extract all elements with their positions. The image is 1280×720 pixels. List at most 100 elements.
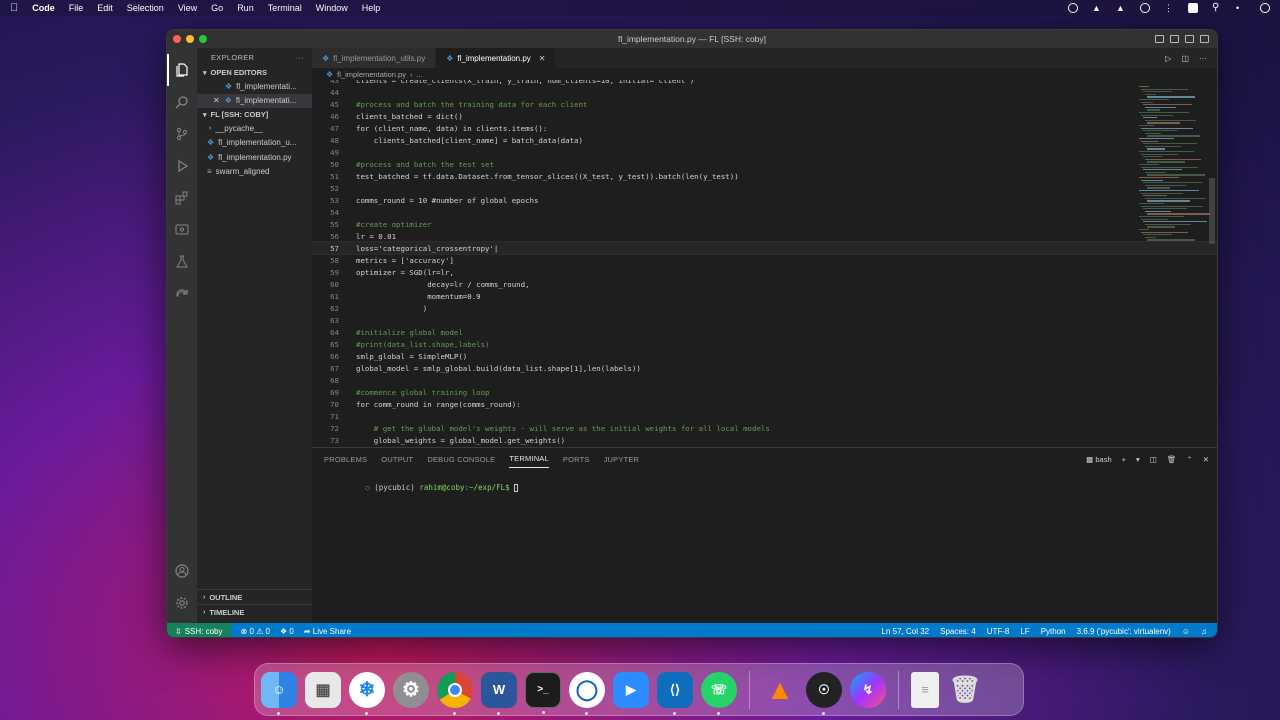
cursor-position[interactable]: Ln 57, Col 32 [882,627,930,636]
control-center-icon[interactable]: • [1236,3,1246,13]
menu-window[interactable]: Window [316,3,348,13]
timeline-section[interactable]: › TIMELINE [197,604,312,619]
menu-terminal[interactable]: Terminal [268,3,302,13]
code-line[interactable]: 54 [312,206,1217,218]
tab-terminal[interactable]: TERMINAL [509,450,549,468]
code-line[interactable]: 47 for (client_name, data) in clients.ite… [312,122,1217,134]
code-editor[interactable]: 43 clients = create_clients(X_train, y_tr… [312,80,1217,447]
terminal-shell-selector[interactable]: ▩ bash [1086,455,1111,464]
maximize-panel-icon[interactable]: ⌃ [1186,455,1192,464]
dock-obs[interactable]: ☉ [806,671,842,715]
code-line[interactable]: 68 [312,374,1217,386]
run-file-icon[interactable]: ▷ [1165,54,1171,63]
remote-indicator[interactable]: ⇳ SSH: coby [167,623,231,637]
toggle-secondary-sidebar-icon[interactable] [1185,35,1194,43]
menu-go[interactable]: Go [211,3,223,13]
notifications-bell-icon[interactable]: ♫ [1201,627,1207,636]
code-line[interactable]: 63 [312,314,1217,326]
ports-status[interactable]: ❖ 0 [280,627,294,636]
time-machine-icon[interactable] [1140,3,1150,13]
file-item[interactable]: ≡ swarm_aligned [197,165,312,180]
code-line[interactable]: 71 [312,410,1217,422]
more-actions-icon[interactable]: ··· [1199,54,1207,63]
dock-vlc[interactable]: ▲ [762,672,798,708]
extensions-icon[interactable] [167,182,197,214]
toggle-sidebar-icon[interactable] [1155,35,1164,43]
grid-status-icon[interactable]: ⋮ [1164,3,1174,13]
menu-view[interactable]: View [178,3,197,13]
source-control-icon[interactable] [167,118,197,150]
menu-edit[interactable]: Edit [97,3,113,13]
breadcrumb-more[interactable]: ... [416,70,422,79]
breadcrumb-file[interactable]: fl_implementation.py [337,70,406,79]
code-line[interactable]: 58 metrics = ['accuracy'] [312,254,1217,266]
code-line[interactable]: 61 momentum=0.9 [312,290,1217,302]
outline-section[interactable]: › OUTLINE [197,589,312,604]
dock-clock[interactable]: ◯ [569,671,605,715]
code-line[interactable]: 55 #create optimizer [312,218,1217,230]
code-line[interactable]: 57 loss='categorical_crossentropy'| [312,241,1217,255]
file-item[interactable]: ❖ fl_implementation.py [197,150,312,165]
menu-file[interactable]: File [69,3,84,13]
apple-menu-icon[interactable]:  [10,2,18,14]
close-icon[interactable]: ✕ [539,54,546,63]
open-editors-section[interactable]: ▾ OPEN EDITORS [197,66,312,79]
run-debug-icon[interactable] [167,150,197,182]
code-line[interactable]: 60 decay=lr / comms_round, [312,278,1217,290]
encoding[interactable]: UTF-8 [987,627,1010,636]
kill-terminal-icon[interactable]: 🗑 [1167,455,1177,464]
minimap[interactable] [1135,80,1217,447]
end-of-line[interactable]: LF [1020,627,1029,636]
tab-problems[interactable]: PROBLEMS [324,451,367,468]
dock-chrome[interactable] [437,671,473,715]
new-terminal-icon[interactable]: + [1122,455,1126,464]
live-share-status[interactable]: ➦ Live Share [304,627,351,636]
code-line[interactable]: 48 clients_batched[client_name] = batch_… [312,134,1217,146]
account-icon[interactable] [167,555,197,587]
tab-output[interactable]: OUTPUT [381,451,413,468]
dock-word[interactable]: W [481,671,517,715]
python-interpreter[interactable]: 3.6.9 ('pycubic': virtualenv) [1077,627,1171,636]
customize-layout-icon[interactable] [1200,35,1209,43]
dock-finder[interactable]: ☺ [261,671,297,715]
tab-jupyter[interactable]: JUPYTER [604,451,640,468]
workspace-folder-section[interactable]: ▾ FL [SSH: COBY] [197,108,312,121]
tab-debug-console[interactable]: DEBUG CONSOLE [427,451,495,468]
explorer-icon[interactable] [167,54,197,86]
more-actions-icon[interactable]: ··· [296,53,304,62]
close-icon[interactable]: ✕ [213,96,220,105]
code-line[interactable]: 56 lr = 0.01 [312,230,1217,242]
dock-safari[interactable]: ❄ [349,671,385,715]
tab-ports[interactable]: PORTS [563,451,590,468]
dock-documents[interactable]: ≡ [911,671,939,708]
tab-fl-implementation-utils[interactable]: ❖ fl_implementation_utils.py [312,48,437,68]
spotlight-search-icon[interactable]: ⚲ [1212,3,1222,13]
close-panel-icon[interactable]: ✕ [1203,455,1209,464]
folder-item[interactable]: › __pycache__ [197,121,312,136]
upload-status-icon[interactable]: ▲ [1116,3,1126,13]
live-share-icon[interactable] [167,278,197,310]
obs-status-icon[interactable] [1068,3,1078,13]
terminal-line[interactable]: ○ (pycubic) rahim@coby:~/exp/FL$ [312,474,1217,501]
feedback-icon[interactable]: ☺ [1182,627,1190,636]
code-line[interactable]: 70 for comm_round in range(comms_round): [312,398,1217,410]
search-icon[interactable] [167,86,197,118]
code-line[interactable]: 53 comms_round = 10 #number of global epo… [312,194,1217,206]
menu-help[interactable]: Help [362,3,381,13]
code-line[interactable]: 65 #print(data_list.shape,labels) [312,338,1217,350]
keyboard-input-icon[interactable] [1188,3,1198,13]
code-line[interactable]: 59 optimizer = SGD(lr=lr, [312,266,1217,278]
menu-code[interactable]: Code [32,3,55,13]
problems-status[interactable]: ⊗ 0 ⚠ 0 [241,627,270,636]
language-mode[interactable]: Python [1041,627,1066,636]
code-line[interactable]: 44 [312,86,1217,98]
code-line[interactable]: 51 test_batched = tf.data.Dataset.from_te… [312,170,1217,182]
dock-messenger[interactable]: ↯ [850,671,886,708]
dock-zoom[interactable]: ▶ [613,671,649,708]
dock-system-preferences[interactable]: ⚙ [393,671,429,708]
siri-icon[interactable] [1260,3,1270,13]
code-line[interactable]: 45 #process and batch the training data f… [312,98,1217,110]
split-editor-icon[interactable]: ◫ [1181,54,1189,63]
open-editor-item-active[interactable]: ✕ ❖ fl_implementati... [197,93,312,108]
dock-terminal[interactable]: >_ [525,671,561,714]
